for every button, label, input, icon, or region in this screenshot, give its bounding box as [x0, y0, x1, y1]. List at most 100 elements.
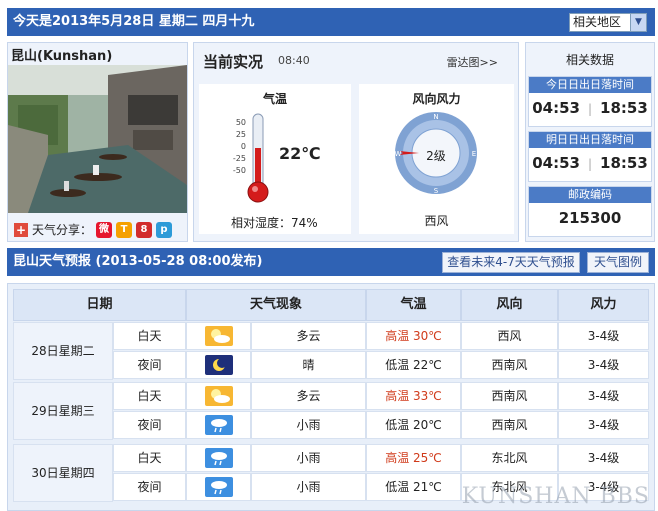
current-title: 当前实况 [203, 53, 264, 71]
thermometer-icon [247, 113, 269, 203]
wind-direction-cell: 西南风 [461, 351, 558, 379]
wind-direction-cell: 西风 [461, 322, 558, 350]
weather-text: 小雨 [251, 411, 366, 439]
forum-watermark: KUNSHAN BBS [461, 484, 650, 509]
col-temperature: 气温 [366, 289, 461, 321]
weather-icon-cell [186, 322, 251, 350]
humidity: 相对湿度：74% [231, 214, 318, 231]
period-label: 白天 [113, 444, 186, 472]
temperature-cell: 高温 25℃ [366, 444, 461, 472]
weather-icon-cell [186, 411, 251, 439]
qzone-share-icon[interactable]: p [156, 221, 173, 238]
temperature-cell: 低温 21℃ [366, 473, 461, 501]
today-sunrise: 04:53 [532, 99, 580, 117]
wind-level: 2级 [426, 149, 446, 163]
weather-text: 晴 [251, 351, 366, 379]
temperature-value: 22℃ [279, 144, 321, 163]
period-label: 白天 [113, 382, 186, 410]
related-data-title: 相关数据 [565, 53, 614, 67]
weather-text: 小雨 [251, 444, 366, 472]
temperature-cell: 低温 20℃ [366, 411, 461, 439]
humidity-label: 相对湿度： [231, 216, 292, 230]
compass-west-label: W [395, 150, 402, 158]
weather-text: 多云 [251, 382, 366, 410]
weather-icon-cell [186, 351, 251, 379]
temperature-cell: 高温 30℃ [366, 322, 461, 350]
today-sun-card: 今日日出日落时间 04:53 | 18:53 [528, 76, 652, 127]
postcode-label: 邮政编码 [529, 187, 651, 203]
tencent-share-icon[interactable]: T [116, 221, 133, 238]
chevron-down-icon[interactable]: ▼ [630, 14, 646, 31]
period-label: 夜间 [113, 351, 186, 379]
radar-link[interactable]: 雷达图>> [447, 54, 498, 70]
temperature-title: 气温 [262, 92, 287, 106]
region-select-value: 相关地区 [573, 15, 622, 29]
postcode-card: 邮政编码 215300 [528, 186, 652, 237]
weather-icon-cell [186, 473, 251, 501]
col-date: 日期 [13, 289, 186, 321]
period-label: 夜间 [113, 473, 186, 501]
col-wind-direction: 风向 [461, 289, 558, 321]
tomorrow-sunrise: 04:53 [532, 154, 580, 172]
light-rain-icon [204, 477, 233, 497]
region-select[interactable]: 相关地区 ▼ [569, 13, 647, 32]
wind-box: 风向风力 N E S W 2级 西风 [359, 84, 514, 234]
weather-text: 多云 [251, 322, 366, 350]
weather-text: 小雨 [251, 473, 366, 501]
forecast-date: 29日星期三 [13, 382, 113, 440]
city-name: 昆山(Kunshan) [11, 49, 113, 64]
wind-force-cell: 3-4级 [558, 411, 649, 439]
light-rain-icon [204, 415, 233, 435]
forecast-table: 日期 天气现象 气温 风向 风力 28日星期二 白天 多云 高温 30℃ 西风 … [7, 283, 655, 511]
period-label: 夜间 [113, 411, 186, 439]
current-time: 08:40 [278, 54, 310, 67]
date-header-bar: 今天是2013年5月28日 星期二 四月十九 相关地区 ▼ [7, 8, 655, 36]
weather-legend-button[interactable]: 天气图例 [587, 252, 649, 273]
forecast-header-bar: 昆山天气预报 (2013-05-28 08:00发布) 查看未来4-7天天气预报… [7, 248, 655, 276]
weather-icon-cell [186, 444, 251, 472]
wind-force-cell: 3-4级 [558, 444, 649, 472]
light-rain-icon [204, 448, 233, 468]
wind-direction-cell: 东北风 [461, 444, 558, 472]
thermometer-scale: 50 25 0 -25 -50 [232, 118, 246, 175]
today-sunset: 18:53 [600, 99, 648, 117]
weather-share: + 天气分享： 微 T 8 p [14, 221, 173, 238]
wind-direction: 西风 [424, 214, 449, 228]
douban-share-icon[interactable]: 8 [136, 221, 153, 238]
current-conditions-panel: 当前实况 08:40 雷达图>> 气温 50 25 0 -25 -50 22℃ 相对湿度… [193, 42, 519, 242]
wind-direction-cell: 西南风 [461, 382, 558, 410]
humidity-value: 74% [291, 216, 318, 230]
partly-cloudy-icon [204, 326, 233, 346]
plus-icon[interactable]: + [14, 222, 28, 237]
weather-icon-cell [186, 382, 251, 410]
share-label: 天气分享： [32, 223, 93, 237]
col-wind-force: 风力 [558, 289, 649, 321]
postcode-value: 215300 [558, 209, 622, 227]
forecast-date: 30日星期四 [13, 444, 113, 502]
tomorrow-sun-label: 明日日出日落时间 [529, 132, 651, 148]
partly-cloudy-icon [204, 386, 233, 406]
city-panel: 昆山(Kunshan) + 天气分享： 微 T 8 p [7, 42, 188, 242]
forecast-date: 28日星期二 [13, 322, 113, 380]
col-weather: 天气现象 [186, 289, 366, 321]
wind-direction-cell: 西南风 [461, 411, 558, 439]
forecast-day-row: 29日星期三 白天 多云 高温 33℃ 西南风 3-4级 夜间 小雨 低温 20… [13, 382, 649, 440]
moon-icon [204, 355, 233, 375]
tomorrow-sun-card: 明日日出日落时间 04:53 | 18:53 [528, 131, 652, 182]
period-label: 白天 [113, 322, 186, 350]
today-sun-label: 今日日出日落时间 [529, 77, 651, 93]
weibo-share-icon[interactable]: 微 [96, 221, 113, 238]
wind-force-cell: 3-4级 [558, 322, 649, 350]
forecast-title: 昆山天气预报 (2013-05-28 08:00发布) [13, 254, 263, 269]
compass-east-label: E [472, 150, 476, 158]
wind-force-cell: 3-4级 [558, 351, 649, 379]
city-photo [8, 65, 187, 213]
wind-force-cell: 3-4级 [558, 382, 649, 410]
more-forecast-button[interactable]: 查看未来4-7天天气预报 [442, 252, 580, 273]
tomorrow-sunset: 18:53 [600, 154, 648, 172]
compass-north-label: N [433, 113, 438, 121]
temperature-box: 气温 50 25 0 -25 -50 22℃ 相对湿度：74% [199, 84, 351, 234]
temperature-cell: 高温 33℃ [366, 382, 461, 410]
date-text: 今天是2013年5月28日 星期二 四月十九 [13, 14, 255, 29]
forecast-day-row: 28日星期二 白天 多云 高温 30℃ 西风 3-4级 夜间 晴 低温 22℃ … [13, 322, 649, 380]
